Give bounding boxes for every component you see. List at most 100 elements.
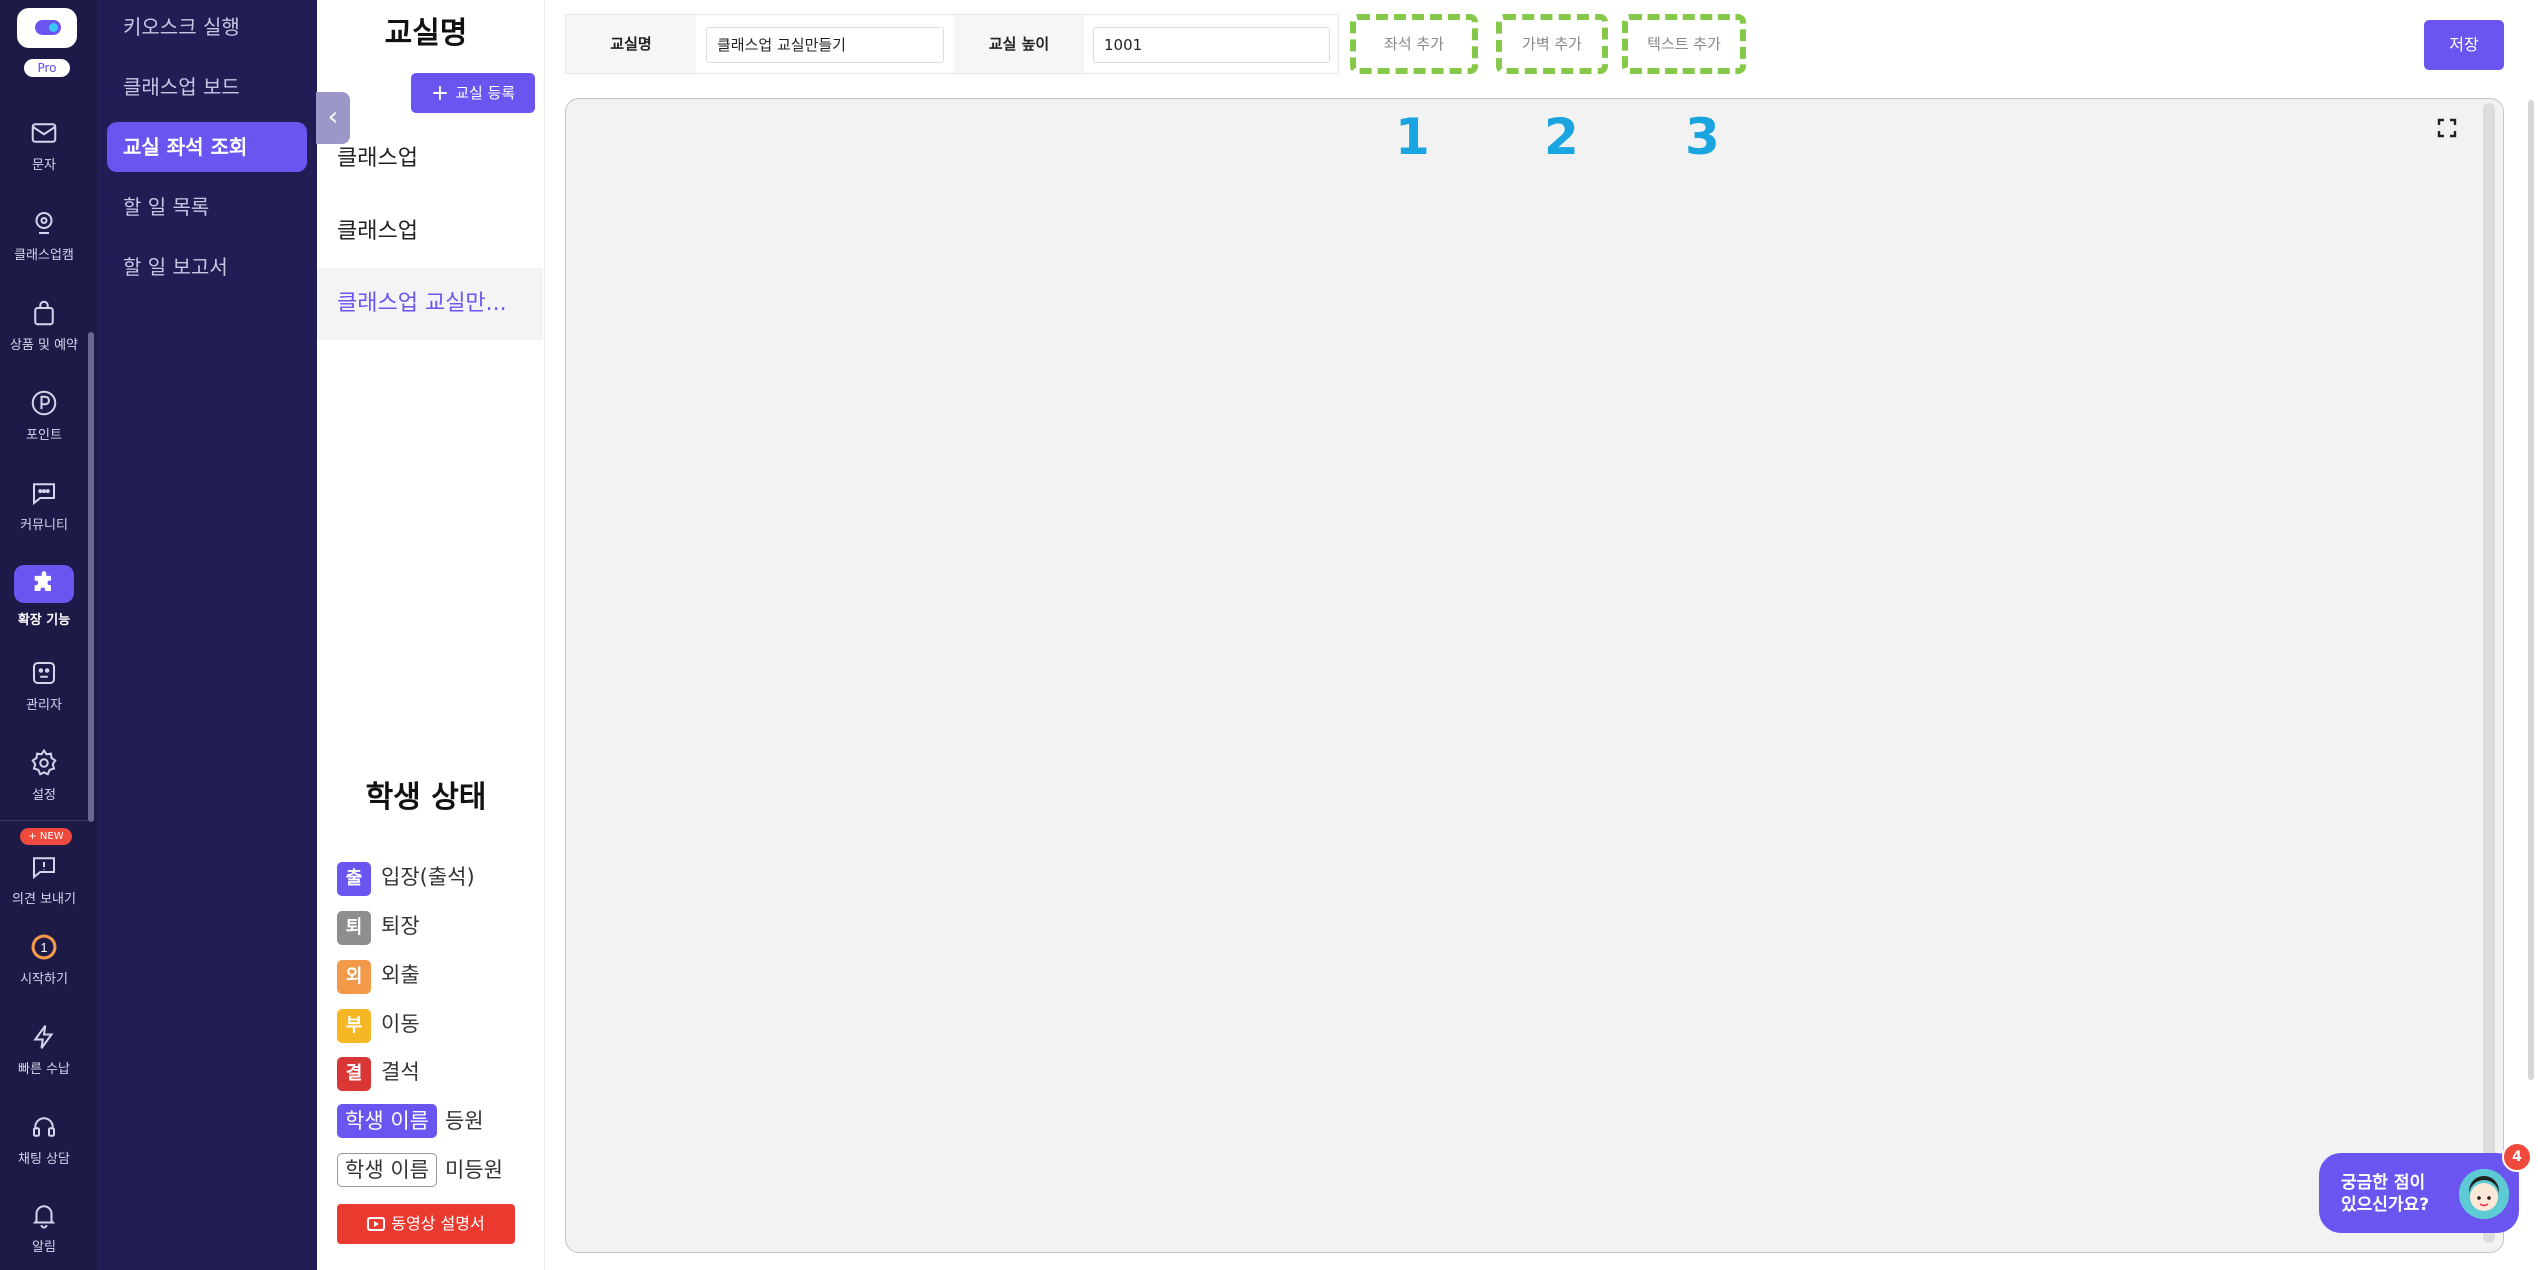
rail-item-settings[interactable]: 설정 [0,748,88,818]
rail-scrollbar[interactable] [88,332,94,822]
rail-label: 확장 기능 [17,613,71,628]
rail-item-products[interactable]: 상품 및 예약 [0,298,88,368]
menu-item-seat-view[interactable]: 교실 좌석 조회 [107,122,307,172]
status-label: 이동 [381,1012,420,1036]
room-list-item[interactable]: 클래스업 [317,196,543,268]
page-scrollbar[interactable] [2528,100,2534,1080]
bell-icon [32,1205,56,1229]
rail-label: 포인트 [26,428,62,443]
start-badge-icon: 1 [31,934,57,960]
add-seat-button[interactable]: 좌석 추가 [1350,14,1478,74]
status-label: 입장(출석) [381,865,475,889]
plus-icon: + [430,81,450,106]
video-guide-label: 동영상 설명서 [391,1214,485,1233]
menu-item-todo[interactable]: 할 일 목록 [107,182,307,232]
student-name-chip: 학생 이름 [337,1104,437,1138]
menu-item-kiosk[interactable]: 키오스크 실행 [107,2,307,52]
rail-label: 클래스업캠 [14,248,74,263]
chat-bubble-icon [33,483,55,506]
menu-item-todo-report[interactable]: 할 일 보고서 [107,242,307,292]
status-label: 등원 [444,1109,484,1133]
shopping-bag-icon [34,300,54,326]
panel-title: 교실명 [384,16,468,51]
rail-label: 시작하기 [20,972,68,987]
help-notification-count: 4 [2502,1142,2532,1172]
rail-item-quick-pay[interactable]: 빠른 수납 [0,1022,88,1092]
rail-label: 설정 [32,788,56,803]
status-badge: 외 [337,960,371,994]
room-panel: 교실명 + 교실 등록 클래스업 클래스업 클래스업 교실만... 학생 상태 출… [317,0,545,1270]
rail-item-points[interactable]: 포인트 [0,388,88,458]
room-list-item-selected[interactable]: 클래스업 교실만... [317,268,543,340]
rail-divider [0,820,88,821]
room-height-input[interactable]: 1001 [1093,27,1330,63]
point-coin-icon [31,390,57,416]
add-room-label: 교실 등록 [455,84,516,102]
status-badge: 결 [337,1057,371,1091]
status-legend-not-enrolled: 학생 이름 미등원 [337,1153,503,1189]
rail-item-community[interactable]: 커뮤니티 [0,478,88,548]
rail-item-notifications[interactable]: 알림 [0,1200,88,1270]
menu-item-board[interactable]: 클래스업 보드 [107,62,307,112]
room-height-label: 교실 높이 [954,15,1084,73]
status-label: 결석 [381,1060,420,1084]
student-name-chip: 학생 이름 [337,1153,437,1187]
add-wall-button[interactable]: 가벽 추가 [1496,14,1608,74]
extension-menu: 키오스크 실행 클래스업 보드 교실 좌석 조회 할 일 목록 할 일 보고서 [97,0,317,1270]
chevron-left-icon: ‹ [327,102,339,132]
support-avatar-icon [2459,1169,2509,1219]
annotation-number: 1 [1395,108,1430,166]
rail-item-extensions[interactable]: 확장 기능 [0,565,88,635]
room-list-item[interactable]: 클래스업 [317,123,543,195]
rail-item-cam[interactable]: 클래스업캠 [0,208,88,278]
collapse-panel-button[interactable]: ‹ [316,92,350,144]
annotation-number: 2 [1544,108,1579,166]
status-legend-item: 결 결석 [337,1055,420,1091]
room-form: 교실명 클래스업 교실만들기 교실 높이 1001 [565,14,1339,74]
rail-item-start[interactable]: 1 시작하기 [0,932,88,1002]
rail-label: 커뮤니티 [20,518,68,533]
headset-icon [33,1117,55,1137]
new-badge: + NEW [20,828,72,845]
room-name-label: 교실명 [566,15,696,73]
feedback-icon [33,857,55,880]
status-legend-item: 부 이동 [337,1007,420,1043]
status-legend-title: 학생 상태 [365,780,487,815]
status-legend-enrolled: 학생 이름 등원 [337,1104,484,1140]
status-legend-item: 외 외출 [337,958,420,994]
rail-label: 상품 및 예약 [9,338,79,353]
canvas-scrollbar[interactable] [2483,103,2495,1243]
play-icon [367,1217,386,1231]
fullscreen-icon[interactable] [2437,118,2457,138]
rail-label: 알림 [32,1240,56,1255]
seat-layout-canvas[interactable] [565,98,2504,1253]
add-room-button[interactable]: + 교실 등록 [411,73,535,113]
room-name-input[interactable]: 클래스업 교실만들기 [706,27,944,63]
icon-rail: Pro 문자 클래스업캠 상품 및 예약 포인트 커뮤니티 확장 기능 관리자 … [0,0,97,1270]
rail-item-feedback[interactable]: 의견 보내기 [0,852,88,922]
gear-icon [31,748,57,776]
annotation-number: 3 [1685,108,1720,166]
rail-label: 문자 [32,158,56,173]
rail-item-admin[interactable]: 관리자 [0,658,88,728]
rail-item-sms[interactable]: 문자 [0,118,88,188]
status-badge: 퇴 [337,911,371,945]
rail-label: 채팅 상담 [18,1152,70,1167]
status-legend-item: 퇴 퇴장 [337,909,420,945]
plan-badge: Pro [24,59,70,77]
rail-label: 의견 보내기 [12,892,76,907]
video-guide-button[interactable]: 동영상 설명서 [337,1204,515,1244]
puzzle-icon [14,565,74,603]
start-badge-number: 1 [41,941,48,955]
status-legend-item: 출 입장(출석) [337,860,475,896]
help-chat-widget[interactable]: 궁금한 점이 있으신가요? [2319,1153,2519,1233]
rail-item-chat-support[interactable]: 채팅 상담 [0,1112,88,1182]
app-logo[interactable] [17,8,77,48]
status-label: 외출 [381,963,420,987]
save-button[interactable]: 저장 [2424,20,2504,70]
status-label: 미등원 [444,1158,503,1182]
lightning-icon [33,1025,54,1049]
rail-label: 관리자 [26,698,62,713]
logo-toggle-icon [35,20,61,35]
add-text-button[interactable]: 텍스트 추가 [1622,14,1746,74]
